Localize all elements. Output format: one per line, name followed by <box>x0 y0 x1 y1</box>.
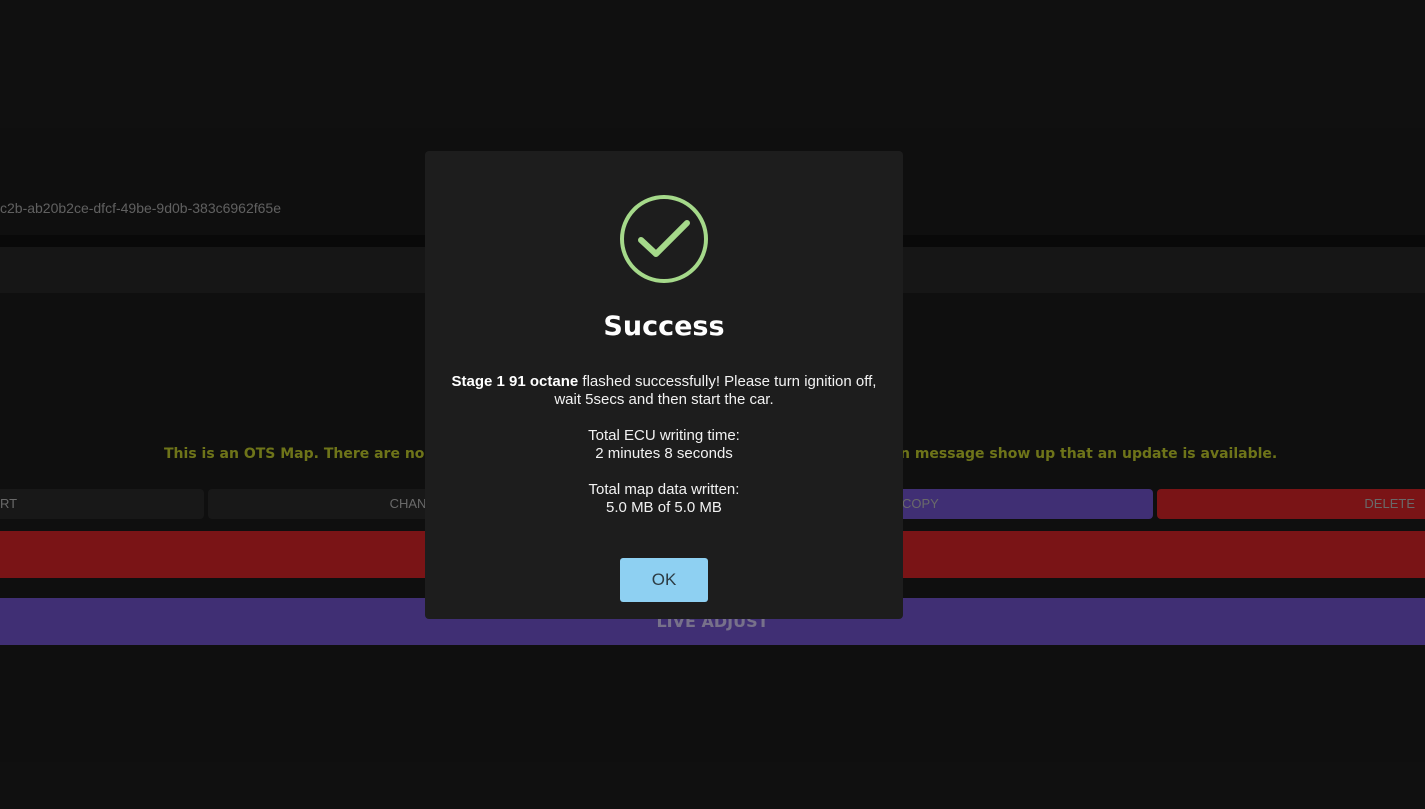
data-written-block: Total map data written: 5.0 MB of 5.0 MB <box>445 481 883 517</box>
dialog-title: Success <box>603 311 725 342</box>
flash-message-text: flashed successfully! Please turn igniti… <box>554 373 877 408</box>
ok-button[interactable]: OK <box>620 558 708 602</box>
dialog-content: Stage 1 91 octane flashed successfully! … <box>445 373 883 535</box>
success-dialog: Success Stage 1 91 octane flashed succes… <box>425 151 903 619</box>
check-circle-icon <box>620 195 708 283</box>
write-time-value: 2 minutes 8 seconds <box>595 445 733 462</box>
write-time-block: Total ECU writing time: 2 minutes 8 seco… <box>445 427 883 463</box>
map-name: Stage 1 91 octane <box>451 373 579 390</box>
data-written-value: 5.0 MB of 5.0 MB <box>606 499 722 516</box>
data-written-label: Total map data written: <box>588 481 740 498</box>
app-page: c2b-ab20b2ce-dfcf-49be-9d0b-383c6962f65e… <box>0 0 1425 809</box>
flash-message: Stage 1 91 octane flashed successfully! … <box>445 373 883 409</box>
write-time-label: Total ECU writing time: <box>588 427 740 444</box>
